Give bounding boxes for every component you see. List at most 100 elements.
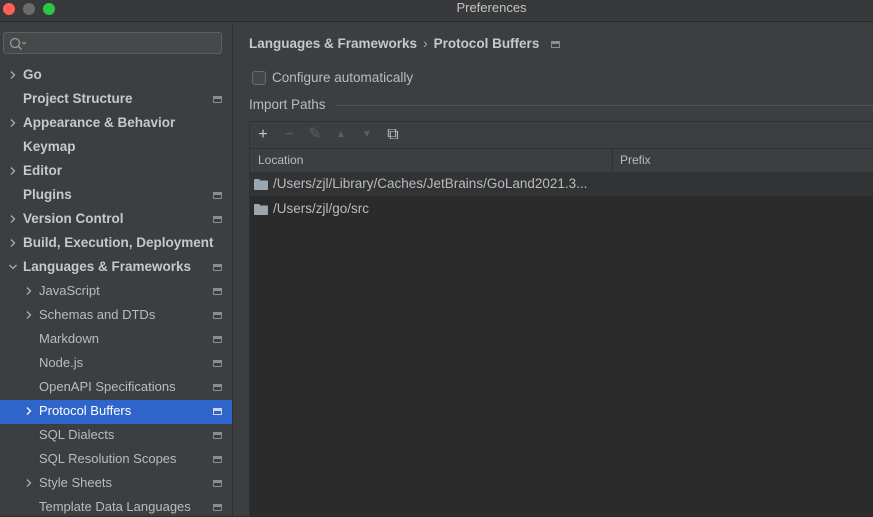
- settings-tree: Go Project Structure Appearance & Behavior…: [0, 64, 232, 516]
- chevron-right-icon[interactable]: [9, 71, 17, 79]
- import-paths-toolbar: + − ✎ ▲ ▼ ⧉: [250, 122, 873, 148]
- minus-button[interactable]: −: [280, 126, 298, 144]
- import-path-location: /Users/zjl/go/src: [273, 201, 370, 216]
- sidebar-item-label: Build, Execution, Deployment: [23, 235, 214, 250]
- chevron-right-icon[interactable]: [9, 167, 17, 175]
- sidebar-item-version-control[interactable]: Version Control: [0, 208, 232, 232]
- breadcrumb-current: Protocol Buffers: [433, 36, 540, 51]
- sidebar-item-label: Appearance & Behavior: [23, 115, 176, 130]
- import-path-location: /Users/zjl/Library/Caches/JetBrains/GoLa…: [273, 176, 588, 191]
- sidebar-item-build-execution-deployment[interactable]: Build, Execution, Deployment: [0, 232, 232, 256]
- chevron-right-icon[interactable]: [25, 287, 33, 295]
- column-header-location[interactable]: Location: [258, 153, 303, 167]
- sidebar-item-javascript[interactable]: JavaScript: [0, 280, 232, 304]
- chevron-right-icon[interactable]: [25, 407, 33, 415]
- arrow-down-icon: ▼: [362, 129, 372, 140]
- sidebar-item-label: Template Data Languages: [39, 499, 191, 514]
- folder-icon: [254, 204, 268, 215]
- sidebar-item-label: Protocol Buffers: [39, 403, 132, 418]
- sidebar-item-label: Markdown: [39, 331, 99, 346]
- plus-button[interactable]: +: [254, 126, 272, 144]
- sidebar-item-label: Style Sheets: [39, 475, 112, 490]
- configure-automatically-checkbox[interactable]: [252, 71, 266, 85]
- table-row[interactable]: /Users/zjl/Library/Caches/JetBrains/GoLa…: [250, 172, 873, 196]
- table-row[interactable]: /Users/zjl/go/src: [250, 197, 873, 221]
- project-settings-icon: [213, 288, 222, 295]
- sidebar-item-languages-and-frameworks[interactable]: Languages & Frameworks: [0, 256, 232, 280]
- sidebar-item-markdown[interactable]: Markdown: [0, 328, 232, 352]
- project-settings-icon: [213, 432, 222, 439]
- project-settings-icon: [213, 456, 222, 463]
- project-settings-icon: [213, 408, 222, 415]
- sidebar-item-go[interactable]: Go: [0, 64, 232, 88]
- import-paths-table: Location Prefix /Users/zjl/Library/Cache…: [250, 148, 873, 517]
- section-divider: [337, 105, 873, 106]
- sidebar-item-project-structure[interactable]: Project Structure: [0, 88, 232, 112]
- column-header-prefix[interactable]: Prefix: [620, 153, 651, 167]
- project-settings-icon: [213, 480, 222, 487]
- chevron-right-icon[interactable]: [25, 479, 33, 487]
- edit-button[interactable]: ✎: [306, 126, 324, 144]
- arrow-up-icon: ▲: [336, 129, 346, 140]
- sidebar-item-label: Keymap: [23, 139, 76, 154]
- configure-automatically-label[interactable]: Configure automatically: [272, 70, 413, 85]
- search-icon: [9, 37, 27, 50]
- project-settings-icon: [213, 360, 222, 367]
- sidebar-item-protocol-buffers[interactable]: Protocol Buffers: [0, 400, 232, 424]
- project-settings-icon: [213, 384, 222, 391]
- sidebar-item-label: Editor: [23, 163, 62, 178]
- chevron-down-icon[interactable]: [9, 263, 17, 271]
- chevron-right-icon[interactable]: [9, 119, 17, 127]
- arrow-down-button[interactable]: ▼: [358, 126, 376, 144]
- sidebar-item-label: Schemas and DTDs: [39, 307, 156, 322]
- chevron-right-icon[interactable]: [25, 311, 33, 319]
- breadcrumb: Languages & Frameworks › Protocol Buffers: [249, 36, 561, 51]
- sidebar-item-label: OpenAPI Specifications: [39, 379, 176, 394]
- minus-icon: −: [284, 126, 294, 143]
- table-header: Location Prefix: [250, 148, 873, 173]
- edit-icon: ✎: [308, 126, 322, 143]
- chevron-right-icon[interactable]: [9, 215, 17, 223]
- project-settings-icon: [213, 312, 222, 319]
- import-paths-title: Import Paths: [249, 97, 326, 112]
- project-settings-icon: [551, 40, 561, 48]
- sidebar-item-appearance-and-behavior[interactable]: Appearance & Behavior: [0, 112, 232, 136]
- sidebar-item-editor[interactable]: Editor: [0, 160, 232, 184]
- copy-button[interactable]: ⧉: [384, 126, 402, 144]
- column-divider[interactable]: [612, 149, 613, 172]
- project-settings-icon: [213, 504, 222, 511]
- sidebar-item-label: Plugins: [23, 187, 72, 202]
- sidebar-item-openapi-specifications[interactable]: OpenAPI Specifications: [0, 376, 232, 400]
- copy-icon: ⧉: [387, 126, 399, 143]
- sidebar-item-label: Languages & Frameworks: [23, 259, 192, 274]
- title-bar: Preferences: [0, 0, 873, 22]
- settings-content: Languages & Frameworks › Protocol Buffers …: [233, 22, 873, 517]
- sidebar-item-label: Version Control: [23, 211, 124, 226]
- sidebar-item-sql-dialects[interactable]: SQL Dialects: [0, 424, 232, 448]
- sidebar-item-label: SQL Resolution Scopes: [39, 451, 177, 466]
- sidebar-item-style-sheets[interactable]: Style Sheets: [0, 472, 232, 496]
- folder-icon: [254, 179, 268, 190]
- sidebar-item-keymap[interactable]: Keymap: [0, 136, 232, 160]
- project-settings-icon: [213, 216, 222, 223]
- project-settings-icon: [213, 192, 222, 199]
- sidebar-item-sql-resolution-scopes[interactable]: SQL Resolution Scopes: [0, 448, 232, 472]
- search-input[interactable]: [3, 32, 222, 54]
- sidebar-item-label: Node.js: [39, 355, 84, 370]
- sidebar-item-label: Project Structure: [23, 91, 133, 106]
- breadcrumb-parent[interactable]: Languages & Frameworks: [249, 36, 417, 51]
- project-settings-icon: [213, 336, 222, 343]
- arrow-up-button[interactable]: ▲: [332, 126, 350, 144]
- settings-sidebar: Go Project Structure Appearance & Behavior…: [0, 22, 233, 516]
- sidebar-item-schemas-and-dtds[interactable]: Schemas and DTDs: [0, 304, 232, 328]
- import-paths-panel: + − ✎ ▲ ▼ ⧉ Location Prefix /Users/zjl/Librar…: [249, 121, 873, 517]
- project-settings-icon: [213, 96, 222, 103]
- plus-icon: +: [258, 126, 268, 143]
- sidebar-item-label: JavaScript: [39, 283, 100, 298]
- breadcrumb-separator-icon: ›: [423, 36, 428, 51]
- sidebar-item-node-js[interactable]: Node.js: [0, 352, 232, 376]
- sidebar-item-template-data-languages[interactable]: Template Data Languages: [0, 496, 232, 516]
- window-title: Preferences: [456, 0, 527, 15]
- chevron-right-icon[interactable]: [9, 239, 17, 247]
- sidebar-item-plugins[interactable]: Plugins: [0, 184, 232, 208]
